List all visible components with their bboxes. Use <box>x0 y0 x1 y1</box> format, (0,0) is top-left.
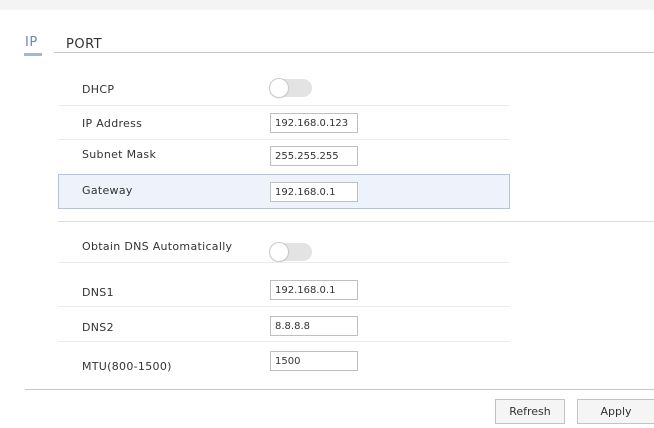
tab-port[interactable]: PORT <box>66 37 102 52</box>
tab-ip[interactable]: IP <box>25 35 38 50</box>
obtain-dns-toggle[interactable] <box>270 243 312 261</box>
dns1-input[interactable] <box>270 280 358 300</box>
ip-address-label: IP Address <box>82 117 143 130</box>
ip-address-input[interactable] <box>270 113 358 133</box>
gateway-input[interactable] <box>270 182 358 202</box>
ip-address-row: IP Address <box>58 107 510 140</box>
dhcp-row: DHCP <box>58 73 510 106</box>
tab-bar: IP PORT <box>0 10 654 54</box>
tab-divider <box>54 52 654 53</box>
section-divider <box>58 221 654 222</box>
obtain-dns-label: Obtain DNS Automatically <box>82 240 233 253</box>
subnet-mask-input[interactable] <box>270 146 358 166</box>
dns1-row: DNS1 <box>58 274 510 307</box>
dhcp-toggle[interactable] <box>270 79 312 97</box>
subnet-mask-label: Subnet Mask <box>82 148 157 161</box>
dns2-row: DNS2 <box>58 309 510 342</box>
mtu-label: MTU(800-1500) <box>82 360 172 373</box>
refresh-button[interactable]: Refresh <box>495 399 565 424</box>
dns2-input[interactable] <box>270 316 358 336</box>
subnet-mask-row: Subnet Mask <box>58 138 510 171</box>
dhcp-label: DHCP <box>82 83 115 96</box>
gateway-row: Gateway <box>58 174 510 209</box>
dns2-label: DNS2 <box>82 321 114 334</box>
mtu-input[interactable] <box>270 351 358 371</box>
top-bar <box>0 0 654 10</box>
apply-button[interactable]: Apply <box>577 399 654 424</box>
mtu-row: MTU(800-1500) <box>58 348 510 381</box>
dhcp-toggle-knob <box>270 79 288 97</box>
dns1-label: DNS1 <box>82 286 114 299</box>
obtain-dns-toggle-knob <box>270 243 288 261</box>
obtain-dns-row: Obtain DNS Automatically <box>58 230 510 263</box>
footer-divider <box>25 389 654 390</box>
active-tab-indicator <box>24 53 42 56</box>
gateway-label: Gateway <box>82 184 133 197</box>
